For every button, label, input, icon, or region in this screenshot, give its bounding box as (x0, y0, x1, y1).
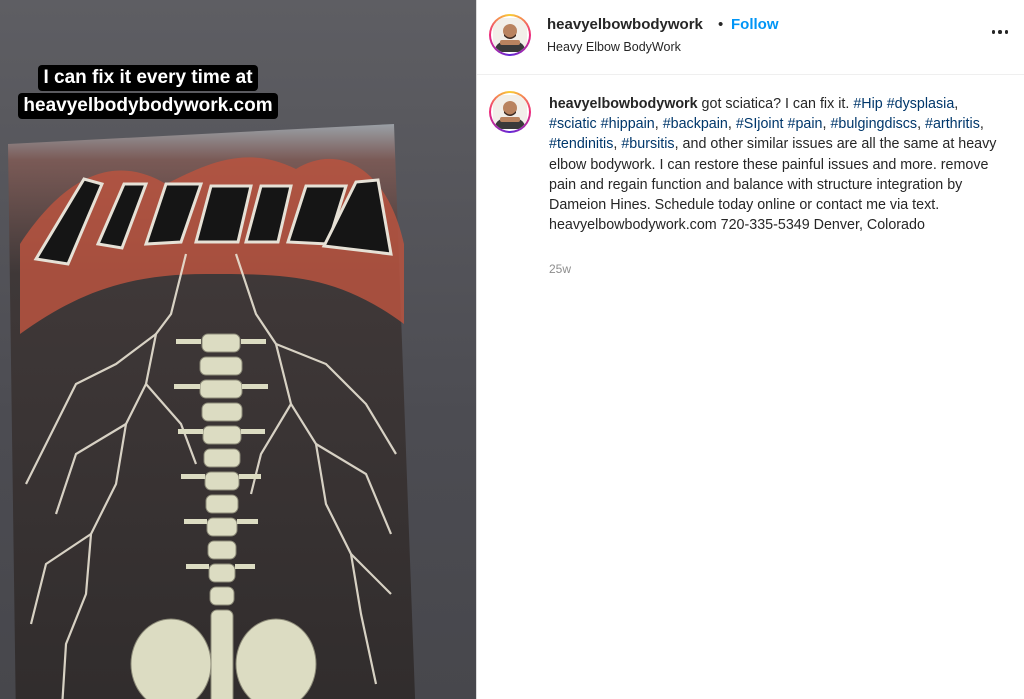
avatar-image (491, 16, 529, 54)
hashtag-bursitis[interactable]: #bursitis (621, 136, 674, 152)
avatar[interactable] (489, 14, 531, 56)
hashtag-hippain[interactable]: #hippain (601, 116, 655, 132)
caption-intro: got sciatica? I can fix it. (697, 96, 854, 112)
hashtag-backpain[interactable]: #backpain (663, 116, 728, 132)
sciatica-poster-image (8, 124, 416, 699)
story-caption: I can fix it every time at heavyelbodybo… (0, 64, 296, 120)
post-media[interactable]: I can fix it every time at heavyelbodybo… (0, 0, 476, 699)
caption-outro: , and other similar issues are all the s… (549, 136, 997, 234)
hashtag-pain[interactable]: #pain (788, 116, 823, 132)
caption-username[interactable]: heavyelbowbodywork (549, 96, 698, 112)
hashtag-hip[interactable]: #Hip (853, 96, 882, 112)
post-caption: heavyelbowbodywork got sciatica? I can f… (549, 96, 997, 234)
header-subtitle[interactable]: Heavy Elbow BodyWork (547, 40, 681, 54)
hashtag-bulgingdiscs[interactable]: #bulgingdiscs (830, 116, 917, 132)
hashtag-sciatic[interactable]: #sciatic (549, 116, 597, 132)
hashtag-sijoint[interactable]: #SIjoint (736, 116, 784, 132)
hashtag-dysplasia[interactable]: #dysplasia (887, 96, 955, 112)
post-age[interactable]: 25w (549, 262, 571, 276)
post-side-panel: heavyelbowbodywork • Follow Heavy Elbow … (477, 0, 1024, 699)
hashtag-tendinitis[interactable]: #tendinitis (549, 136, 613, 152)
caption-line-1: I can fix it every time at (38, 65, 258, 91)
hashtag-arthritis[interactable]: #arthritis (925, 116, 980, 132)
comment-avatar-image (491, 93, 529, 131)
header-username[interactable]: heavyelbowbodywork (547, 16, 703, 33)
caption-line-2: heavyelbodybodywork.com (18, 93, 278, 119)
follow-button[interactable]: Follow (731, 16, 779, 33)
more-options-icon[interactable] (988, 20, 1012, 44)
header-separator: • (718, 16, 724, 33)
comment-avatar[interactable] (489, 91, 531, 133)
post-header: heavyelbowbodywork • Follow Heavy Elbow … (477, 0, 1024, 75)
